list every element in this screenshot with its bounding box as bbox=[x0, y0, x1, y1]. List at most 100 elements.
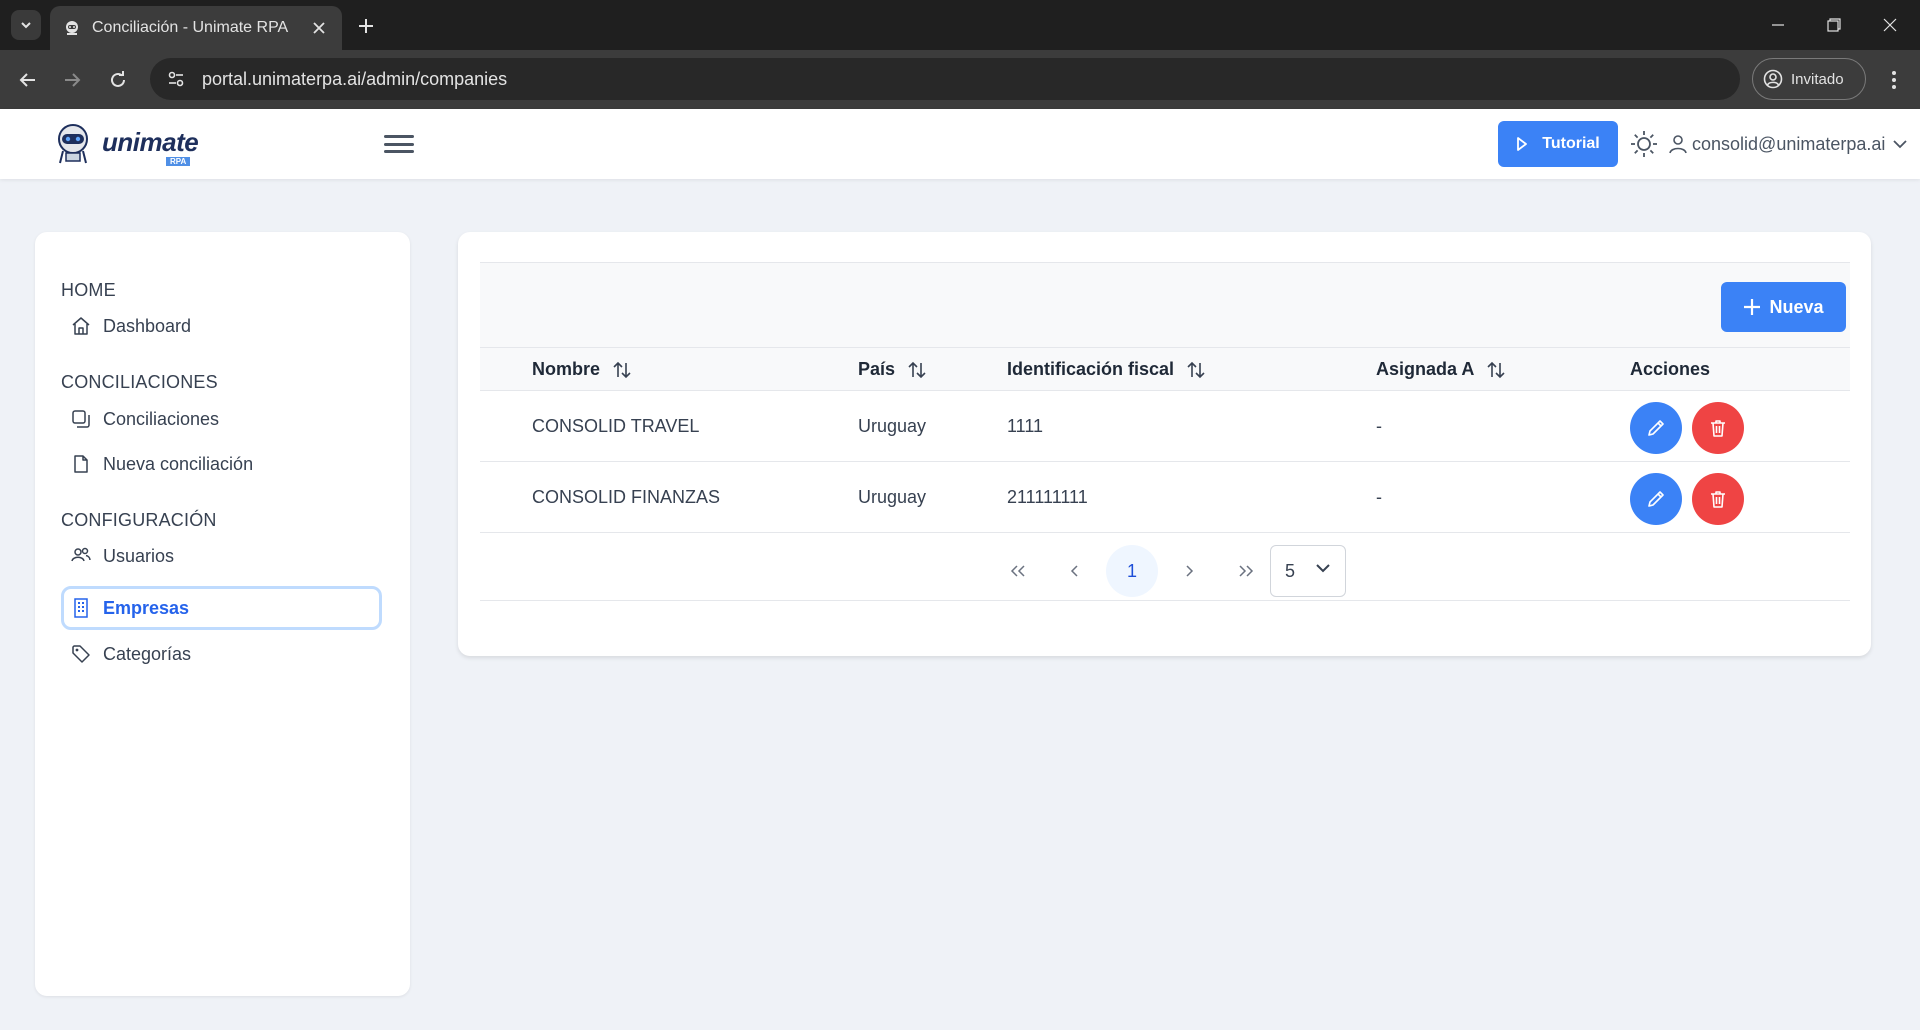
tutorial-label: Tutorial bbox=[1542, 135, 1600, 152]
table-header: Nombre País Identificación fiscal Asigna… bbox=[480, 348, 1850, 391]
table-toolbar: Nueva bbox=[480, 262, 1850, 348]
column-header-identificacion[interactable]: Identificación fiscal bbox=[1007, 348, 1206, 391]
sidebar-item-label: Nueva conciliación bbox=[103, 453, 254, 474]
pagination: 1 5 bbox=[480, 539, 1850, 601]
chevron-right-icon bbox=[1186, 565, 1194, 577]
minimize-icon bbox=[1772, 24, 1784, 26]
delete-button[interactable] bbox=[1692, 473, 1744, 525]
cell-nombre: CONSOLID FINANZAS bbox=[532, 487, 721, 507]
browser-tab[interactable]: Conciliación - Unimate RPA bbox=[50, 6, 342, 50]
sidebar-section-configuracion: CONFIGURACIÓN bbox=[61, 510, 217, 530]
column-label: País bbox=[858, 359, 896, 379]
users-icon bbox=[71, 546, 91, 566]
hamburger-line bbox=[384, 142, 414, 146]
chevron-left-icon bbox=[1070, 565, 1078, 577]
tab-search-button[interactable] bbox=[11, 10, 41, 40]
column-label: Identificación fiscal bbox=[1007, 359, 1175, 379]
first-page-button[interactable] bbox=[992, 545, 1044, 597]
cell-asignada: - bbox=[1376, 487, 1382, 507]
column-header-asignada[interactable]: Asignada A bbox=[1376, 348, 1506, 391]
sort-icon bbox=[1186, 360, 1206, 380]
tab-close-icon[interactable] bbox=[308, 17, 330, 39]
browser-toolbar: portal.unimaterpa.ai/admin/companies Inv… bbox=[0, 50, 1920, 109]
menu-toggle-button[interactable] bbox=[384, 131, 414, 157]
profile-label: Invitado bbox=[1791, 70, 1844, 88]
close-icon bbox=[1883, 18, 1897, 32]
last-page-button[interactable] bbox=[1220, 545, 1272, 597]
table-row: CONSOLID TRAVEL Uruguay 1111 - bbox=[480, 391, 1850, 462]
chevrons-right-icon bbox=[1239, 565, 1254, 577]
arrow-left-icon bbox=[19, 73, 35, 87]
next-page-button[interactable] bbox=[1163, 545, 1215, 597]
delete-button[interactable] bbox=[1692, 402, 1744, 454]
user-menu[interactable]: consolid@unimaterpa.ai bbox=[1668, 127, 1908, 161]
new-company-button[interactable]: Nueva bbox=[1721, 282, 1846, 332]
sidebar-item-dashboard[interactable]: Dashboard bbox=[61, 304, 382, 348]
sidebar-item-usuarios[interactable]: Usuarios bbox=[61, 534, 382, 578]
reload-button[interactable] bbox=[102, 64, 134, 96]
sidebar-item-empresas[interactable]: Empresas bbox=[61, 586, 382, 630]
sidebar-item-categorias[interactable]: Categorías bbox=[61, 632, 382, 676]
chevron-down-icon bbox=[1893, 139, 1908, 149]
reload-icon bbox=[111, 71, 125, 87]
minimize-button[interactable] bbox=[1750, 6, 1806, 44]
site-info-icon[interactable] bbox=[162, 65, 190, 93]
url-text: portal.unimaterpa.ai/admin/companies bbox=[202, 68, 508, 89]
new-tab-button[interactable] bbox=[352, 12, 380, 40]
logo-text: unimate bbox=[102, 127, 199, 157]
table-row: CONSOLID FINANZAS Uruguay 211111111 - bbox=[480, 462, 1850, 533]
play-icon bbox=[1516, 136, 1528, 152]
trash-icon bbox=[1711, 491, 1725, 508]
column-header-pais[interactable]: País bbox=[858, 348, 927, 391]
user-email: consolid@unimaterpa.ai bbox=[1692, 133, 1886, 154]
sidebar-item-conciliaciones[interactable]: Conciliaciones bbox=[61, 397, 382, 441]
pencil-icon bbox=[1648, 491, 1664, 507]
page-button-current[interactable]: 1 bbox=[1106, 545, 1158, 597]
restore-button[interactable] bbox=[1806, 6, 1862, 44]
profile-button[interactable]: Invitado bbox=[1752, 58, 1866, 100]
more-vert-icon bbox=[1892, 71, 1896, 89]
column-label: Nombre bbox=[532, 359, 601, 379]
sort-icon bbox=[1486, 360, 1506, 380]
unimate-logo[interactable]: unimate RPA bbox=[50, 121, 200, 167]
plus-icon bbox=[359, 19, 373, 33]
close-window-button[interactable] bbox=[1862, 6, 1918, 44]
cell-identificacion: 211111111 bbox=[1007, 487, 1088, 507]
tag-icon bbox=[71, 644, 91, 664]
edit-button[interactable] bbox=[1630, 402, 1682, 454]
prev-page-button[interactable] bbox=[1049, 545, 1101, 597]
home-icon bbox=[71, 316, 91, 336]
robot-favicon-icon bbox=[62, 18, 82, 38]
column-label: Acciones bbox=[1630, 359, 1711, 379]
sidebar: HOME Dashboard CONCILIACIONES Conciliaci… bbox=[35, 232, 410, 996]
copy-icon bbox=[71, 409, 91, 429]
sidebar-item-label: Usuarios bbox=[103, 545, 175, 566]
hamburger-line bbox=[384, 150, 414, 153]
column-header-nombre[interactable]: Nombre bbox=[532, 348, 632, 391]
back-button[interactable] bbox=[12, 64, 44, 96]
tab-title: Conciliación - Unimate RPA bbox=[92, 19, 289, 36]
address-bar[interactable]: portal.unimaterpa.ai/admin/companies bbox=[150, 58, 1740, 100]
trash-icon bbox=[1711, 420, 1725, 437]
chevron-down-icon bbox=[1315, 562, 1331, 574]
hamburger-line bbox=[384, 135, 414, 138]
sidebar-item-label: Categorías bbox=[103, 643, 192, 664]
browser-tabstrip: Conciliación - Unimate RPA bbox=[0, 0, 1920, 50]
column-header-acciones: Acciones bbox=[1630, 348, 1710, 391]
browser-menu-button[interactable] bbox=[1878, 64, 1910, 96]
column-label: Asignada A bbox=[1376, 359, 1475, 379]
sidebar-item-label: Conciliaciones bbox=[103, 408, 220, 429]
logo-subtext: RPA bbox=[166, 157, 191, 166]
edit-button[interactable] bbox=[1630, 473, 1682, 525]
cell-pais: Uruguay bbox=[858, 416, 927, 436]
cell-nombre: CONSOLID TRAVEL bbox=[532, 416, 700, 436]
chevron-down-icon bbox=[21, 22, 31, 29]
forward-button[interactable] bbox=[56, 64, 88, 96]
sidebar-item-nueva-conciliacion[interactable]: Nueva conciliación bbox=[61, 442, 382, 486]
theme-toggle-sun-icon[interactable] bbox=[1630, 130, 1658, 158]
rows-per-page-select[interactable]: 5 bbox=[1270, 545, 1346, 597]
pencil-icon bbox=[1648, 420, 1664, 436]
tutorial-button[interactable]: Tutorial bbox=[1498, 121, 1618, 167]
restore-icon bbox=[1827, 18, 1841, 32]
arrow-right-icon bbox=[65, 73, 81, 87]
